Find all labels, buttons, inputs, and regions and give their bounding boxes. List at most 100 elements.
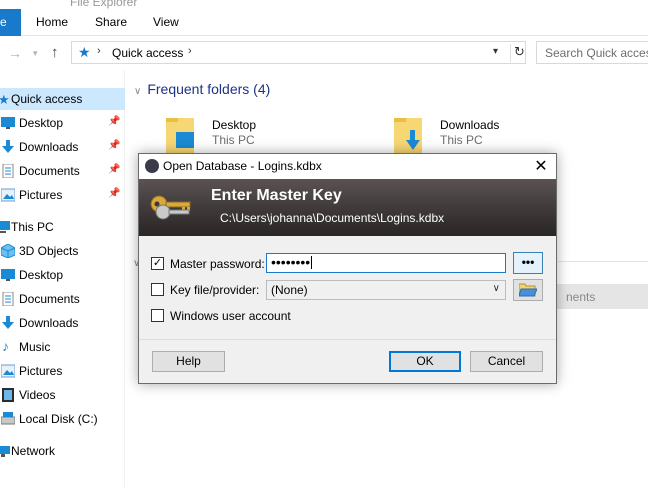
nav-item-3d-objects[interactable]: 3D Objects <box>0 240 125 262</box>
cancel-button[interactable]: Cancel <box>470 351 543 372</box>
master-password-input[interactable]: •••••••• <box>266 253 506 273</box>
nav-label: Music <box>19 340 51 354</box>
pictures-icon <box>1 364 15 378</box>
keys-icon <box>150 195 191 220</box>
windows-account-checkbox[interactable] <box>151 309 164 322</box>
breadcrumb-chevron-icon[interactable]: › <box>188 45 192 57</box>
dialog-body: ✓ Master password: •••••••• ••• Key file… <box>139 236 556 336</box>
nav-item-local-disk[interactable]: Local Disk (C:) <box>0 408 125 430</box>
search-input[interactable]: Search Quick access <box>536 41 648 64</box>
nav-label: Downloads <box>19 316 79 330</box>
dialog-separator <box>139 339 556 340</box>
nav-label: 3D Objects <box>19 244 79 258</box>
nav-item-documents[interactable]: Documents <box>0 288 125 310</box>
search-placeholder: Search Quick access <box>545 46 648 60</box>
nav-label: Pictures <box>19 188 63 202</box>
collapse-chevron-icon[interactable]: ∨ <box>134 86 141 97</box>
window-title: File Explorer <box>70 0 138 9</box>
database-path: C:\Users\johanna\Documents\Logins.kdbx <box>220 211 445 225</box>
windows-account-label: Windows user account <box>170 309 291 323</box>
column-header[interactable]: nents <box>556 284 648 309</box>
nav-item-this-pc[interactable]: This PC <box>0 216 125 238</box>
recent-locations-chevron-icon[interactable]: ▾ <box>33 48 38 59</box>
pin-icon[interactable]: 📌 <box>108 140 120 151</box>
up-arrow-icon[interactable]: ↑ <box>51 44 59 61</box>
key-file-label: Key file/provider: <box>170 283 260 297</box>
browse-key-file-button[interactable] <box>513 279 543 301</box>
drive-icon <box>1 412 15 425</box>
address-box[interactable]: ★ › Quick access › ▾ ↻ <box>71 41 526 64</box>
folder-location: This PC <box>212 133 255 147</box>
text-caret <box>311 256 313 269</box>
ribbon-file-tab[interactable]: e <box>0 9 21 36</box>
nav-label: Desktop <box>19 116 64 130</box>
nav-item-documents-pinned[interactable]: Documents 📌 <box>0 160 125 182</box>
nav-label: Videos <box>19 388 56 402</box>
ribbon-tabs: e Home Share View <box>0 9 648 36</box>
folder-name: Downloads <box>440 118 500 132</box>
nav-label: Desktop <box>19 268 64 282</box>
master-password-label: Master password: <box>170 257 265 271</box>
nav-item-downloads-pinned[interactable]: Downloads 📌 <box>0 136 125 158</box>
nav-label: Documents <box>19 164 80 178</box>
group-title: Frequent folders (4) <box>147 81 271 97</box>
nav-item-network[interactable]: Network <box>0 440 125 462</box>
nav-label: This PC <box>11 220 54 234</box>
documents-icon <box>2 292 14 306</box>
pin-icon[interactable]: 📌 <box>108 116 120 127</box>
key-file-select[interactable]: (None) ∨ <box>266 280 506 300</box>
chevron-down-icon: ∨ <box>492 283 500 294</box>
nav-label: Local Disk (C:) <box>19 412 98 426</box>
open-folder-icon <box>519 283 537 297</box>
folder-name: Desktop <box>212 118 257 132</box>
nav-item-desktop[interactable]: Desktop <box>0 264 125 286</box>
help-button[interactable]: Help <box>152 351 225 372</box>
group-divider <box>558 261 648 262</box>
show-password-button[interactable]: ••• <box>513 252 543 274</box>
nav-label: Pictures <box>19 364 63 378</box>
refresh-icon[interactable]: ↻ <box>510 44 526 62</box>
ribbon-tab-view[interactable]: View <box>153 9 179 36</box>
ribbon-tab-home[interactable]: Home <box>36 9 68 36</box>
nav-item-quick-access[interactable]: ★ Quick access <box>0 88 125 110</box>
nav-item-pictures[interactable]: Pictures <box>0 360 125 382</box>
nav-label: Documents <box>19 292 80 306</box>
nav-item-downloads[interactable]: Downloads <box>0 312 125 334</box>
nav-item-pictures-pinned[interactable]: Pictures 📌 <box>0 184 125 206</box>
nav-item-music[interactable]: ♪ Music <box>0 336 125 358</box>
pin-icon[interactable]: 📌 <box>108 188 120 199</box>
navigation-pane: ★ Quick access Desktop 📌 Downloads 📌 Doc… <box>0 70 125 487</box>
documents-icon <box>2 164 14 178</box>
pictures-icon <box>1 188 15 202</box>
ok-button[interactable]: OK <box>389 351 461 372</box>
key-file-value: (None) <box>271 283 308 297</box>
keepass-lock-icon <box>145 159 159 173</box>
breadcrumb-chevron-icon[interactable]: › <box>97 45 101 57</box>
forward-arrow-icon[interactable]: → <box>8 45 22 61</box>
close-icon[interactable]: ✕ <box>531 156 551 176</box>
banner-title: Enter Master Key <box>211 187 342 204</box>
address-dropdown-icon[interactable]: ▾ <box>493 46 498 57</box>
frequent-folders-header[interactable]: ∨ Frequent folders (4) <box>134 81 270 97</box>
nav-item-desktop-pinned[interactable]: Desktop 📌 <box>0 112 125 134</box>
dialog-titlebar[interactable]: Open Database - Logins.kdbx ✕ <box>139 154 556 179</box>
folder-icon <box>394 118 422 154</box>
pin-icon[interactable]: 📌 <box>108 164 120 175</box>
network-icon <box>0 446 10 457</box>
folder-icon <box>166 118 194 154</box>
key-file-checkbox[interactable] <box>151 283 164 296</box>
dialog-title: Open Database - Logins.kdbx <box>163 159 322 173</box>
master-password-checkbox[interactable]: ✓ <box>151 257 164 270</box>
nav-item-videos[interactable]: Videos <box>0 384 125 406</box>
desktop-icon <box>1 269 15 281</box>
downloads-icon <box>2 140 14 153</box>
music-icon: ♪ <box>2 338 9 354</box>
breadcrumb-quick-access[interactable]: Quick access <box>112 46 183 60</box>
open-database-dialog: Open Database - Logins.kdbx ✕ Enter Mast… <box>138 153 557 384</box>
nav-label: Downloads <box>19 140 79 154</box>
dialog-banner: Enter Master Key C:\Users\johanna\Docume… <box>139 179 556 236</box>
nav-label: Quick access <box>11 92 83 106</box>
desktop-icon <box>1 117 15 129</box>
address-bar-row: → ▾ ↑ ★ › Quick access › ▾ ↻ Search Quic… <box>0 36 648 70</box>
ribbon-tab-share[interactable]: Share <box>95 9 127 36</box>
